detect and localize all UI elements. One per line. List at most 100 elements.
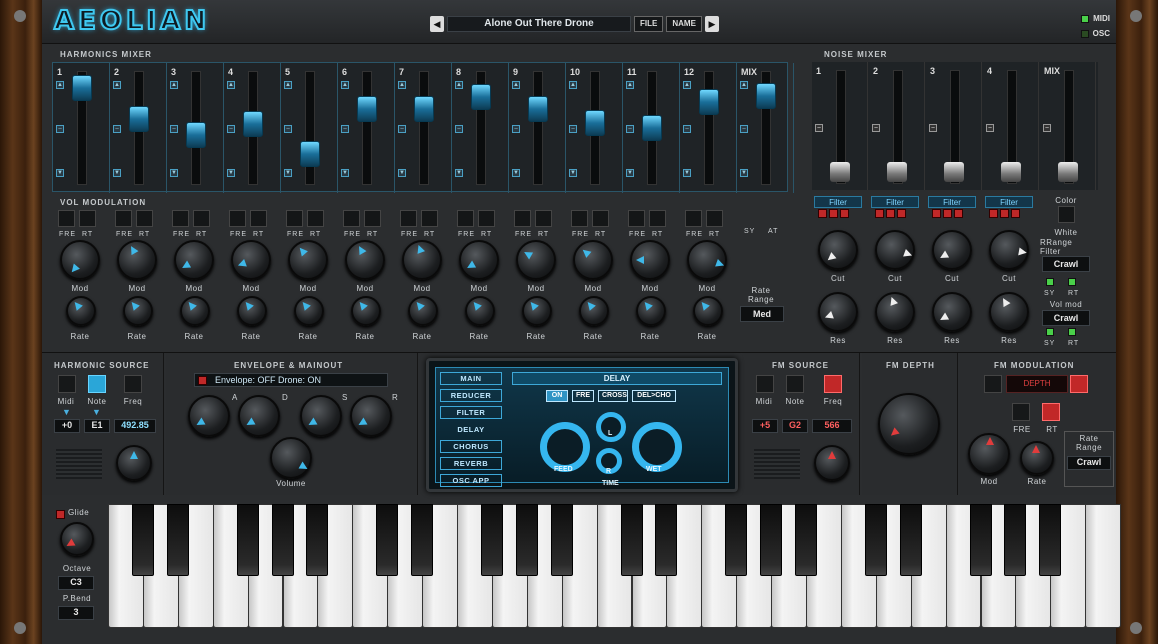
up-arrow-button[interactable]: ▲ xyxy=(455,81,463,89)
fre-button[interactable] xyxy=(58,210,75,227)
harmonic-fader-6[interactable] xyxy=(357,95,377,122)
noise-fader-2[interactable] xyxy=(887,162,907,182)
vol-rate-knob-11[interactable] xyxy=(636,296,666,326)
down-arrow-button[interactable]: ▼ xyxy=(170,169,178,177)
fre-button[interactable] xyxy=(115,210,132,227)
volmod-value[interactable]: Crawl xyxy=(1042,310,1090,326)
black-key[interactable] xyxy=(515,504,538,576)
cut-knob-4[interactable] xyxy=(989,230,1029,270)
delay-delcho-button[interactable]: DEL>CHO xyxy=(632,390,676,402)
white-key[interactable] xyxy=(1085,504,1122,628)
glide-led[interactable] xyxy=(56,510,65,519)
black-key[interactable] xyxy=(550,504,573,576)
vol-rate-knob-5[interactable] xyxy=(294,296,324,326)
color-button[interactable] xyxy=(1058,206,1075,223)
filter-button-2[interactable]: Filter xyxy=(871,196,919,208)
center-button[interactable]: – xyxy=(986,124,994,132)
vol-rate-knob-7[interactable] xyxy=(408,296,438,326)
filter-led[interactable] xyxy=(829,209,838,218)
up-arrow-button[interactable]: ▲ xyxy=(227,81,235,89)
vol-rate-knob-6[interactable] xyxy=(351,296,381,326)
filter-led[interactable] xyxy=(1011,209,1020,218)
up-arrow-button[interactable]: ▲ xyxy=(740,81,748,89)
filter-led[interactable] xyxy=(897,209,906,218)
center-button[interactable]: – xyxy=(740,125,748,133)
fm-rate-range-value[interactable]: Crawl xyxy=(1067,456,1111,470)
black-key[interactable] xyxy=(620,504,643,576)
up-arrow-button[interactable]: ▲ xyxy=(398,81,406,89)
filter-led[interactable] xyxy=(943,209,952,218)
noise-fader-4[interactable] xyxy=(1001,162,1021,182)
filter-led[interactable] xyxy=(954,209,963,218)
center-button[interactable]: – xyxy=(170,125,178,133)
black-key[interactable] xyxy=(131,504,154,576)
left-time-knob[interactable] xyxy=(596,412,626,442)
center-button[interactable]: – xyxy=(872,124,880,132)
center-button[interactable]: – xyxy=(341,125,349,133)
next-preset-button[interactable]: ▶ xyxy=(704,16,719,32)
black-key[interactable] xyxy=(306,504,329,576)
filter-led[interactable] xyxy=(886,209,895,218)
black-key[interactable] xyxy=(1004,504,1027,576)
rt-button[interactable] xyxy=(478,210,495,227)
file-button[interactable]: FILE xyxy=(634,16,664,32)
fre-button[interactable] xyxy=(172,210,189,227)
fre-button[interactable] xyxy=(514,210,531,227)
down-arrow-button[interactable]: ▼ xyxy=(398,169,406,177)
black-key[interactable] xyxy=(166,504,189,576)
fm-midi-value[interactable]: +5 xyxy=(752,419,778,433)
up-arrow-button[interactable]: ▲ xyxy=(113,81,121,89)
preset-name[interactable]: Alone Out There Drone xyxy=(447,16,631,32)
filter-led[interactable] xyxy=(840,209,849,218)
menu-item-reverb[interactable]: REVERB xyxy=(440,457,502,470)
menu-item-reducer[interactable]: REDUCER xyxy=(440,389,502,402)
attack-knob[interactable] xyxy=(188,395,230,437)
res-knob-3[interactable] xyxy=(932,292,972,332)
center-button[interactable]: – xyxy=(227,125,235,133)
fm-fine-knob[interactable] xyxy=(814,445,850,481)
black-key[interactable] xyxy=(376,504,399,576)
vol-mod-knob-7[interactable] xyxy=(402,240,442,280)
vol-mod-knob-8[interactable] xyxy=(459,240,499,280)
noise-fader-MIX[interactable] xyxy=(1058,162,1078,182)
harmonic-fader-1[interactable] xyxy=(72,75,92,102)
center-button[interactable]: – xyxy=(512,125,520,133)
rt-button[interactable] xyxy=(535,210,552,227)
res-knob-1[interactable] xyxy=(818,292,858,332)
vol-mod-knob-3[interactable] xyxy=(174,240,214,280)
down-arrow-button[interactable]: ▼ xyxy=(56,169,64,177)
down-arrow-button[interactable]: ▼ xyxy=(284,169,292,177)
sync-led[interactable] xyxy=(1068,278,1076,286)
feed-knob[interactable] xyxy=(540,422,590,472)
noise-fader-1[interactable] xyxy=(830,162,850,182)
depth-red-button[interactable] xyxy=(1070,375,1088,393)
rt-button[interactable] xyxy=(250,210,267,227)
fm-rt-button[interactable] xyxy=(1042,403,1060,421)
black-key[interactable] xyxy=(760,504,783,576)
harmonic-fader-2[interactable] xyxy=(129,106,149,133)
menu-item-osc-app[interactable]: OSC APP xyxy=(440,474,502,487)
harmonic-fader-8[interactable] xyxy=(471,84,491,111)
up-arrow-button[interactable]: ▲ xyxy=(341,81,349,89)
harmonic-fader-3[interactable] xyxy=(186,122,206,149)
harmonic-note-value[interactable]: E1 xyxy=(84,419,110,433)
rrange-filter-value[interactable]: Crawl xyxy=(1042,256,1090,272)
volume-knob[interactable] xyxy=(270,437,312,479)
fre-button[interactable] xyxy=(628,210,645,227)
center-button[interactable]: – xyxy=(815,124,823,132)
fre-button[interactable] xyxy=(343,210,360,227)
vol-rate-knob-3[interactable] xyxy=(180,296,210,326)
fre-button[interactable] xyxy=(457,210,474,227)
harmonic-fader-10[interactable] xyxy=(585,109,605,136)
center-button[interactable]: – xyxy=(284,125,292,133)
up-arrow-button[interactable]: ▲ xyxy=(626,81,634,89)
center-button[interactable]: – xyxy=(683,125,691,133)
up-arrow-button[interactable]: ▲ xyxy=(569,81,577,89)
name-button[interactable]: NAME xyxy=(666,16,702,32)
fm-freq-value[interactable]: 566 xyxy=(812,419,852,433)
vol-mod-knob-5[interactable] xyxy=(288,240,328,280)
filter-led[interactable] xyxy=(932,209,941,218)
down-arrow-button[interactable]: ▼ xyxy=(341,169,349,177)
filter-led[interactable] xyxy=(989,209,998,218)
fm-rate-knob[interactable] xyxy=(1020,441,1054,475)
